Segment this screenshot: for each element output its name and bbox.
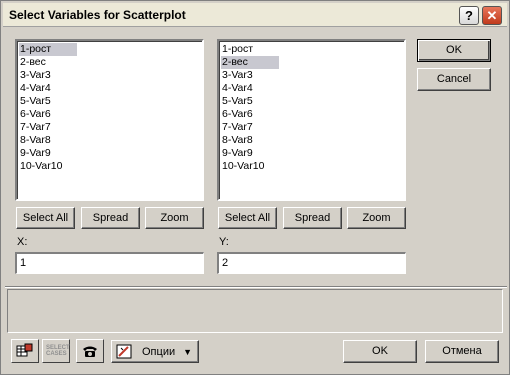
y-variable-field[interactable]: 2 [217,252,406,274]
x-select-all-button[interactable]: Select All [16,207,75,229]
list-item[interactable]: 4-Var4 [19,82,200,95]
dialog-window: Select Variables for Scatterplot ? ✕ 1-р… [0,0,510,375]
x-spread-button[interactable]: Spread [81,207,140,229]
options-icon [116,344,132,358]
x-variable-field[interactable]: 1 [15,252,204,274]
bottom-ok-button[interactable]: OK [343,340,417,363]
select-cases-label: SELECT CASES [46,345,70,357]
list-item[interactable]: 7-Var7 [19,121,200,134]
list-item[interactable]: 10-Var10 [19,160,200,173]
ok-button[interactable]: OK [417,39,491,62]
list-item[interactable]: 5-Var5 [19,95,200,108]
y-field-label: Y: [219,236,229,248]
telephone-icon[interactable] [76,339,104,363]
bottom-cancel-button[interactable]: Отмена [425,340,499,363]
y-spread-button[interactable]: Spread [283,207,342,229]
list-item[interactable]: 6-Var6 [221,108,402,121]
options-button[interactable]: Опции ▼ [111,340,199,363]
list-item[interactable]: 5-Var5 [221,95,402,108]
list-item[interactable]: 9-Var9 [19,147,200,160]
list-item[interactable]: 1-рост [221,43,402,56]
y-select-all-button[interactable]: Select All [218,207,277,229]
help-button[interactable]: ? [459,6,479,25]
list-item[interactable]: 9-Var9 [221,147,402,160]
spreadsheet-icon[interactable] [11,339,39,363]
list-item[interactable]: 2-вес [221,56,279,69]
list-item[interactable]: 3-Var3 [221,69,402,82]
select-cases-icon[interactable]: SELECT CASES [42,339,70,363]
list-item[interactable]: 8-Var8 [221,134,402,147]
status-area [7,289,503,333]
list-item[interactable]: 2-вес [19,56,200,69]
chevron-down-icon: ▼ [183,346,193,357]
cancel-button[interactable]: Cancel [417,68,491,91]
list-item[interactable]: 3-Var3 [19,69,200,82]
x-variable-list[interactable]: 1-рост 2-вес 3-Var3 4-Var4 5-Var5 6-Var6 7-Var… [15,39,204,201]
list-item[interactable]: 7-Var7 [221,121,402,134]
options-label: Опции [142,345,176,358]
dialog-title: Select Variables for Scatterplot [9,8,186,22]
list-item[interactable]: 4-Var4 [221,82,402,95]
y-variable-list[interactable]: 1-рост 2-вес 3-Var3 4-Var4 5-Var5 6-Var6 7-Var… [217,39,406,201]
close-button[interactable]: ✕ [482,6,502,25]
x-field-label: X: [17,236,28,248]
list-item[interactable]: 8-Var8 [19,134,200,147]
list-item[interactable]: 6-Var6 [19,108,200,121]
title-bar: Select Variables for Scatterplot ? ✕ [3,3,507,27]
separator [5,286,507,288]
x-zoom-button[interactable]: Zoom [145,207,204,229]
list-item[interactable]: 1-рост [19,43,77,56]
list-item[interactable]: 10-Var10 [221,160,402,173]
y-zoom-button[interactable]: Zoom [347,207,406,229]
